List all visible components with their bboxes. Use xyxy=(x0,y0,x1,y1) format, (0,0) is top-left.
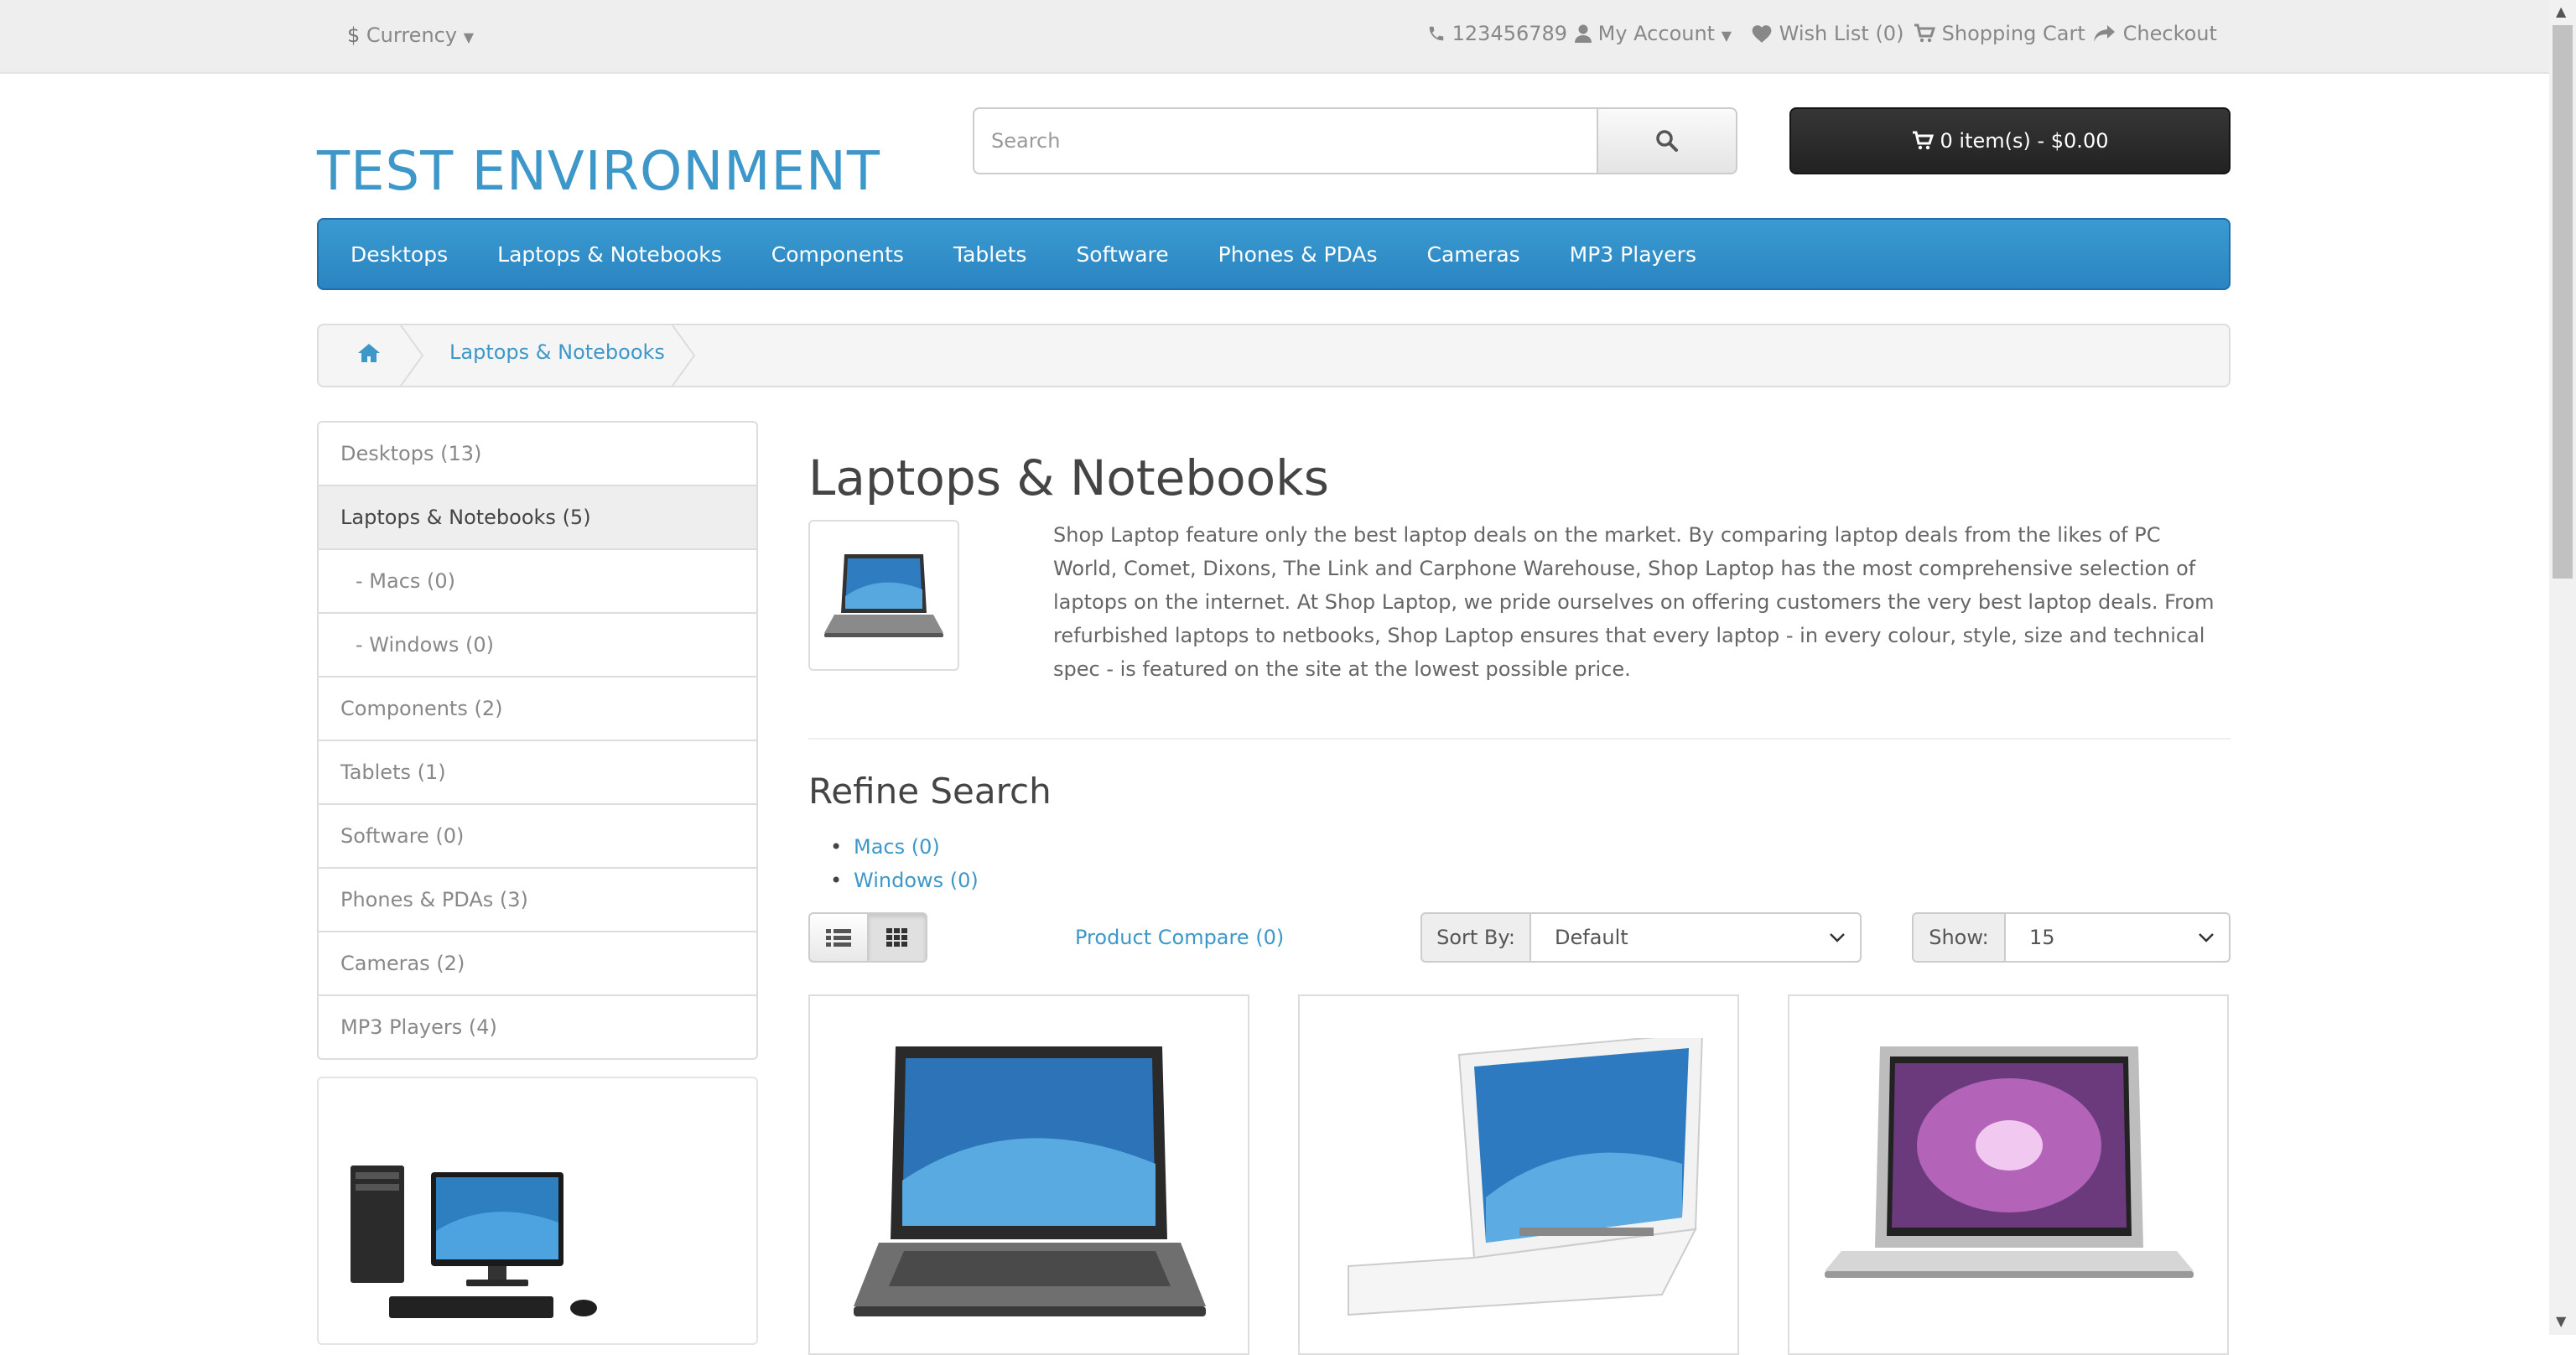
refine-link-macs[interactable]: Macs (0) xyxy=(854,830,979,864)
show-limit-select[interactable]: 15 xyxy=(2004,912,2231,963)
cart-icon xyxy=(1912,131,1934,150)
view-toggle xyxy=(808,912,927,963)
product-compare-link[interactable]: Product Compare (0) xyxy=(1075,926,1284,949)
breadcrumb: Laptops & Notebooks xyxy=(317,324,2231,387)
divider xyxy=(808,738,2231,740)
category-item-components[interactable]: Components (2) xyxy=(319,678,756,741)
category-item-mp3-players[interactable]: MP3 Players (4) xyxy=(319,996,756,1058)
product-card[interactable] xyxy=(808,994,1249,1355)
laptop-image xyxy=(824,554,943,637)
category-item-laptops-notebooks[interactable]: Laptops & Notebooks (5) xyxy=(319,486,756,550)
category-item-cameras[interactable]: Cameras (2) xyxy=(319,932,756,996)
product-card[interactable] xyxy=(1788,994,2229,1355)
product-card[interactable] xyxy=(1298,994,1739,1355)
refine-search-list: Macs (0) Windows (0) xyxy=(854,830,979,897)
phone-number: 123456789 xyxy=(1452,22,1568,45)
page-title: Laptops & Notebooks xyxy=(808,449,1329,506)
wish-list-label: Wish List (0) xyxy=(1779,22,1904,45)
breadcrumb-separator xyxy=(672,325,696,386)
chevron-down-icon xyxy=(1830,933,1845,942)
category-item-tablets[interactable]: Tablets (1) xyxy=(319,741,756,805)
scroll-up-arrow-icon[interactable]: ▲ xyxy=(2556,3,2566,19)
user-icon xyxy=(1575,24,1592,43)
search-input[interactable]: Search xyxy=(973,107,1598,174)
refine-search-heading: Refine Search xyxy=(808,771,1052,812)
cart-button-label: 0 item(s) - $0.00 xyxy=(1940,129,2109,153)
refine-link-windows[interactable]: Windows (0) xyxy=(854,864,979,897)
category-description: Shop Laptop feature only the best laptop… xyxy=(1053,523,2215,681)
phone-link[interactable]: 123456789 xyxy=(1427,17,1567,50)
my-account-dropdown[interactable]: My Account ▼ xyxy=(1575,17,1732,53)
my-account-label: My Account xyxy=(1597,22,1716,45)
menu-item-software[interactable]: Software xyxy=(1076,242,1168,267)
menu-item-laptops-notebooks[interactable]: Laptops & Notebooks xyxy=(497,242,722,267)
show-limit-value: 15 xyxy=(2029,926,2055,949)
breadcrumb-laptops-notebooks[interactable]: Laptops & Notebooks xyxy=(449,340,665,364)
category-item-macs[interactable]: - Macs (0) xyxy=(319,550,756,614)
category-item-windows[interactable]: - Windows (0) xyxy=(319,614,756,678)
menu-item-cameras[interactable]: Cameras xyxy=(1427,242,1520,267)
category-item-desktops[interactable]: Desktops (13) xyxy=(319,423,756,486)
sort-by-select[interactable]: Default xyxy=(1530,912,1862,963)
sort-by-label: Sort By: xyxy=(1420,912,1531,963)
menu-item-components[interactable]: Components xyxy=(771,242,904,267)
grid-view-button[interactable] xyxy=(867,912,927,963)
search-icon xyxy=(1656,130,1678,152)
chevron-down-icon xyxy=(2199,933,2214,942)
list-view-button[interactable] xyxy=(808,912,869,963)
caret-down-icon: ▼ xyxy=(463,29,475,45)
menu-item-desktops[interactable]: Desktops xyxy=(351,242,448,267)
category-thumbnail xyxy=(808,520,959,671)
show-label: Show: xyxy=(1912,912,2006,963)
search-placeholder: Search xyxy=(991,129,1061,153)
list-icon xyxy=(826,929,851,947)
sort-by-value: Default xyxy=(1555,926,1628,949)
menu-item-tablets[interactable]: Tablets xyxy=(953,242,1026,267)
scrollbar-thumb[interactable] xyxy=(2553,25,2573,579)
search-button[interactable] xyxy=(1597,107,1737,174)
product-image xyxy=(854,1046,1206,1316)
sidebar-banner[interactable] xyxy=(317,1077,758,1345)
menu-item-phones-pdas[interactable]: Phones & PDAs xyxy=(1218,242,1378,267)
dollar-icon: $ xyxy=(347,23,361,47)
category-item-phones-pdas[interactable]: Phones & PDAs (3) xyxy=(319,869,756,932)
product-image xyxy=(1825,1046,2194,1278)
shopping-cart-label: Shopping Cart xyxy=(1941,22,2085,45)
currency-label: Currency xyxy=(366,23,458,47)
grid-icon xyxy=(886,928,907,947)
currency-dropdown[interactable]: $ Currency ▼ xyxy=(347,18,474,55)
breadcrumb-separator xyxy=(400,325,424,386)
category-item-software[interactable]: Software (0) xyxy=(319,805,756,869)
store-logo[interactable]: TEST ENVIRONMENT xyxy=(317,141,880,203)
share-icon xyxy=(2094,25,2115,42)
wish-list-link[interactable]: Wish List (0) xyxy=(1751,17,1903,50)
shopping-cart-link[interactable]: Shopping Cart xyxy=(1914,17,2085,50)
desktop-computer-image xyxy=(351,1166,597,1318)
category-list: Desktops (13) Laptops & Notebooks (5) - … xyxy=(317,421,758,1060)
caret-down-icon: ▼ xyxy=(1721,28,1732,44)
cart-button[interactable]: 0 item(s) - $0.00 xyxy=(1789,107,2231,174)
product-image xyxy=(1348,1038,1703,1316)
heart-icon xyxy=(1752,25,1772,43)
scroll-down-arrow-icon[interactable]: ▼ xyxy=(2556,1313,2566,1329)
checkout-link[interactable]: Checkout xyxy=(2093,17,2217,50)
home-icon[interactable] xyxy=(357,342,381,364)
main-menu: Desktops Laptops & Notebooks Components … xyxy=(317,218,2231,290)
phone-icon xyxy=(1429,26,1444,41)
checkout-label: Checkout xyxy=(2122,22,2217,45)
menu-item-mp3-players[interactable]: MP3 Players xyxy=(1570,242,1696,267)
cart-icon xyxy=(1914,23,1936,43)
